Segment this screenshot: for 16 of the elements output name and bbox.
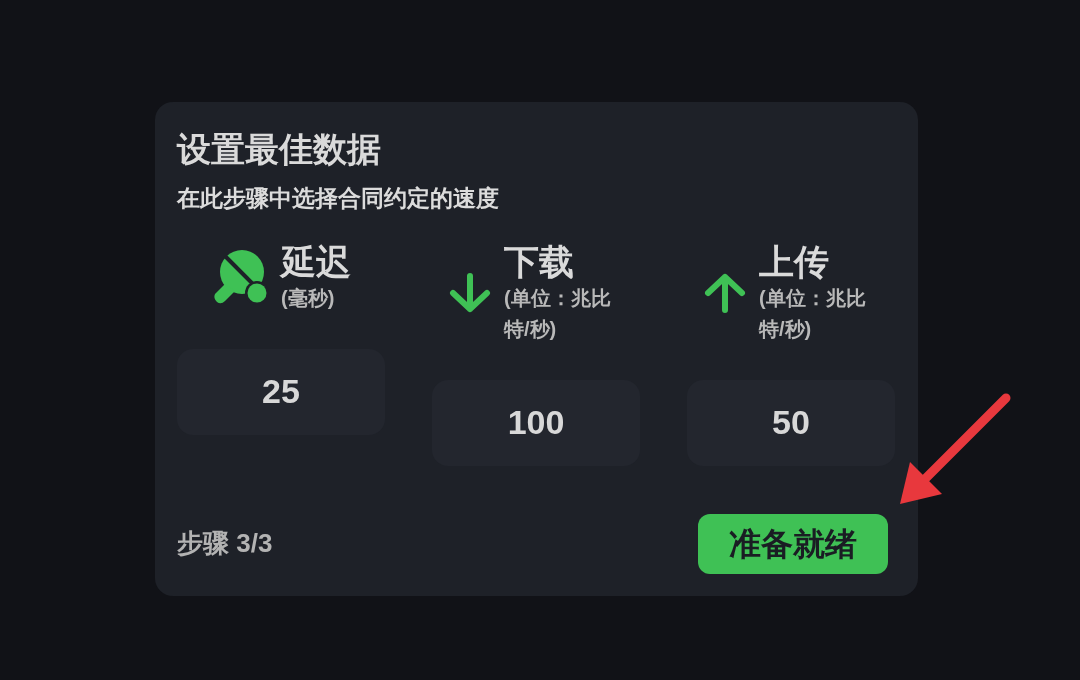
metric-label: 下载	[504, 240, 575, 283]
up-arrow-icon	[703, 272, 747, 313]
ready-button[interactable]: 准备就绪	[698, 513, 888, 574]
value-field[interactable]: 25	[177, 348, 385, 435]
value-field[interactable]: 100	[432, 379, 640, 466]
step-indicator: 步骤 3/3	[177, 527, 273, 561]
down-arrow-icon	[448, 272, 492, 313]
value-field[interactable]: 50	[687, 379, 895, 466]
card-title: 设置最佳数据	[177, 129, 382, 170]
metric-unit: (单位：兆比特/秒)	[759, 285, 867, 342]
metric-unit: (毫秒)	[281, 285, 336, 311]
paddle-icon	[211, 248, 269, 307]
metric-unit: (单位：兆比特/秒)	[504, 285, 612, 342]
card-subtitle: 在此步骤中选择合同约定的速度	[177, 183, 500, 213]
metric-label: 上传	[759, 240, 830, 283]
metric-label: 延迟	[281, 240, 351, 283]
